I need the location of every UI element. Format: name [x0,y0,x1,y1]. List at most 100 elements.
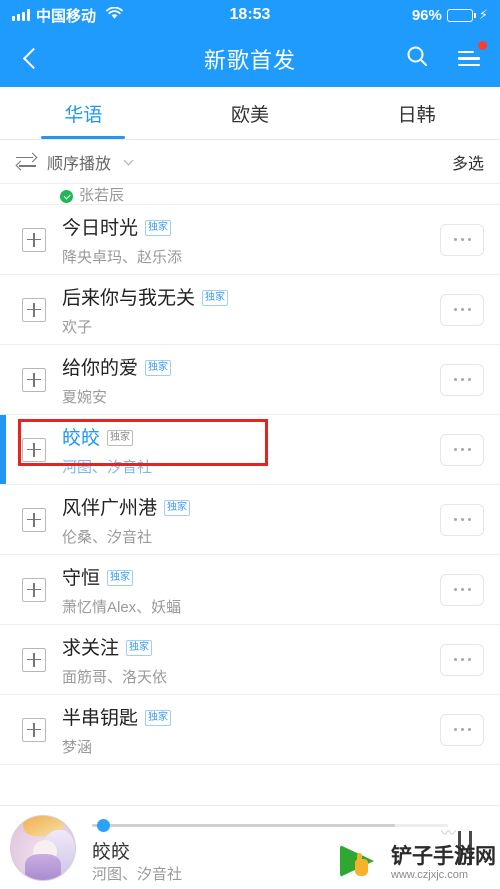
battery-icon [446,8,476,22]
search-icon [405,44,429,73]
status-badge: 独家 [145,710,172,726]
song-title: 守恒 [62,567,101,589]
song-info: 皎皎 独家 河图、汐音社 [62,423,440,477]
song-title-line: 风伴广州港 独家 [62,493,440,520]
carrier-label: 中国移动 [36,7,97,25]
tab-chinese[interactable]: 华语 [0,87,167,139]
tab-label: 欧美 [231,104,270,126]
plus-square-icon[interactable] [22,367,46,392]
chevron-left-icon [22,47,44,70]
song-title-line: 给你的爱 独家 [62,353,440,380]
song-row[interactable]: 今日时光 独家 降央卓玛、赵乐添 [0,205,500,275]
song-info: 求关注 独家 面筋哥、洛天依 [62,633,440,687]
tab-western[interactable]: 欧美 [167,87,334,139]
song-title: 给你的爱 [62,357,139,379]
song-list[interactable]: 张若辰 今日时光 独家 降央卓玛、赵乐添 后来你与我无关 独家 欢子 给你的爱 [0,184,500,766]
signal-bars-icon [12,9,30,21]
player-song-title: 皎皎 [92,841,131,863]
status-badge: 独家 [107,430,134,446]
plus-square-icon[interactable] [22,647,46,672]
chevron-down-icon [123,155,134,165]
album-cover-art[interactable] [10,814,76,881]
song-title: 后来你与我无关 [62,287,196,309]
partial-list-item[interactable]: 张若辰 [0,184,500,205]
song-row[interactable]: 守恒 独家 萧忆情Alex、妖蝠 [0,555,500,625]
song-artist: 萧忆情Alex、妖蝠 [62,598,182,616]
wifi-icon [106,6,123,24]
status-badge: 独家 [145,360,172,376]
song-info: 今日时光 独家 降央卓玛、赵乐添 [62,213,440,267]
song-title-line: 求关注 独家 [62,633,440,660]
song-title: 半串钥匙 [62,707,139,729]
tab-jpkr[interactable]: 日韩 [333,87,500,139]
status-badge: 独家 [145,220,172,236]
play-mode-label: 顺序播放 [47,155,112,173]
song-row-now-playing[interactable]: 皎皎 独家 河图、汐音社 [0,415,500,485]
ellipsis-icon[interactable] [440,223,484,256]
bolt-icon: ⚡ [478,7,488,22]
progress-thumb[interactable] [97,818,111,832]
song-info: 后来你与我无关 独家 欢子 [62,283,440,337]
ellipsis-icon[interactable] [440,363,484,396]
status-bar-left: 中国移动 [12,5,123,26]
now-playing-indicator [0,415,6,484]
status-bar-right: 96% ⚡ [412,7,488,24]
song-title: 今日时光 [62,217,139,239]
song-artist: 面筋哥、洛天依 [62,668,168,686]
plus-square-icon[interactable] [22,507,46,532]
menu-button[interactable] [454,40,487,74]
verified-check-icon [60,190,73,203]
plus-square-icon[interactable] [22,297,46,322]
ellipsis-icon[interactable] [440,503,484,536]
category-tabs: 华语 欧美 日韩 [0,87,500,140]
plus-square-icon[interactable] [22,577,46,602]
song-row[interactable]: 半串钥匙 独家 梦涵 [0,695,500,765]
song-row[interactable]: 求关注 独家 面筋哥、洛天依 [0,625,500,695]
song-artist: 降央卓玛、赵乐添 [62,248,183,266]
play-mode-button[interactable]: 顺序播放 [15,150,134,174]
song-row[interactable]: 后来你与我无关 独家 欢子 [0,275,500,345]
plus-square-icon[interactable] [22,437,46,462]
status-bar: 中国移动 18:53 96% ⚡ [0,0,500,30]
multi-select-button[interactable]: 多选 [452,150,484,174]
status-badge: 独家 [126,640,153,656]
player-info: 皎皎 河图、汐音社 [92,815,448,883]
song-artist: 河图、汐音社 [62,458,153,476]
partial-artist-label: 张若辰 [79,187,125,204]
song-info: 半串钥匙 独家 梦涵 [62,703,440,757]
red-dot-badge [478,40,487,50]
status-badge: 独家 [107,570,134,586]
ellipsis-icon[interactable] [440,643,484,676]
ellipsis-icon[interactable] [440,573,484,606]
song-title-line: 皎皎 独家 [62,423,440,450]
song-title-line: 后来你与我无关 独家 [62,283,440,310]
player-song-artist: 河图、汐音社 [92,865,183,883]
song-title-line: 半串钥匙 独家 [62,703,440,730]
progress-buffer [92,823,395,827]
app-header: 新歌首发 [0,30,500,87]
back-button[interactable] [16,44,46,74]
song-title-line: 今日时光 独家 [62,213,440,240]
hamburger-menu-icon [458,50,480,67]
ellipsis-icon[interactable] [440,433,484,466]
ellipsis-icon[interactable] [440,293,484,326]
battery-percent-label: 96% [411,6,442,24]
song-row[interactable]: 风伴广州港 独家 伦桑、汐音社 [0,485,500,555]
song-title: 求关注 [62,637,120,659]
song-info: 风伴广州港 独家 伦桑、汐音社 [62,493,440,547]
search-button[interactable] [402,44,432,74]
plus-square-icon[interactable] [22,717,46,742]
song-artist: 欢子 [62,318,93,336]
status-badge: 独家 [164,500,191,516]
status-badge: 独家 [202,290,229,306]
song-artist: 夏婉安 [62,388,108,406]
ellipsis-icon[interactable] [440,713,484,746]
tab-label: 日韩 [397,104,436,126]
progress-slider[interactable] [92,818,448,832]
mini-player-bar[interactable]: 皎皎 河图、汐音社 [0,805,500,889]
song-title: 风伴广州港 [62,497,158,519]
plus-square-icon[interactable] [22,227,46,252]
song-info: 守恒 独家 萧忆情Alex、妖蝠 [62,563,440,617]
song-artist: 梦涵 [62,738,93,756]
song-row[interactable]: 给你的爱 独家 夏婉安 [0,345,500,415]
